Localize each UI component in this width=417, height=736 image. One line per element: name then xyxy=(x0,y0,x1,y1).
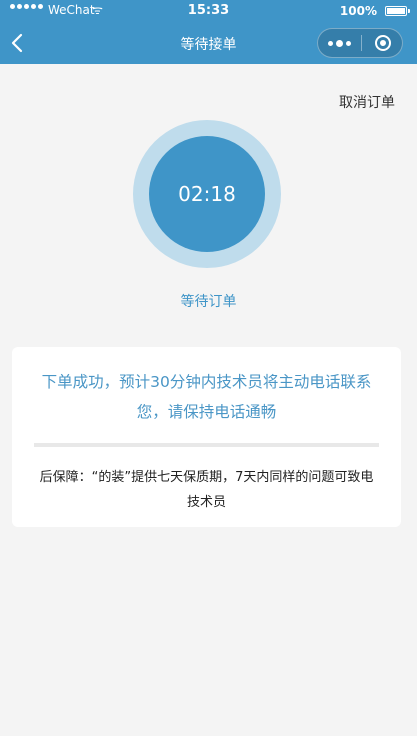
status-bar: WeChat ᯤ 15:33 100% xyxy=(0,0,417,22)
battery-icon xyxy=(385,6,410,16)
nav-bar: WeChat ᯤ 15:33 100% 等待接单 xyxy=(0,0,417,64)
more-dot-center xyxy=(336,39,343,47)
countdown-timer: 02:18 xyxy=(149,136,265,252)
close-mini-program-button[interactable] xyxy=(362,29,404,57)
more-dot-right xyxy=(346,40,351,46)
success-message: 下单成功，预计30分钟内技术员将主动电话联系您，请保持电话通畅 xyxy=(41,373,372,421)
order-info-card: 下单成功，预计30分钟内技术员将主动电话联系您，请保持电话通畅 后保障：“的装”… xyxy=(12,347,401,527)
target-close-icon xyxy=(375,35,391,51)
mini-program-capsule xyxy=(317,28,403,58)
more-button[interactable] xyxy=(318,29,361,57)
cancel-order-button[interactable]: 取消订单 xyxy=(339,92,395,112)
timer-ring: 02:18 xyxy=(133,120,281,268)
warranty-note: 后保障：“的装”提供七天保质期，7天内同样的问题可致电技术员 xyxy=(39,470,374,510)
divider xyxy=(34,443,379,447)
more-dots-icon xyxy=(328,40,333,46)
battery-percent: 100% xyxy=(339,4,377,18)
waiting-status: 等待订单 xyxy=(180,294,237,310)
